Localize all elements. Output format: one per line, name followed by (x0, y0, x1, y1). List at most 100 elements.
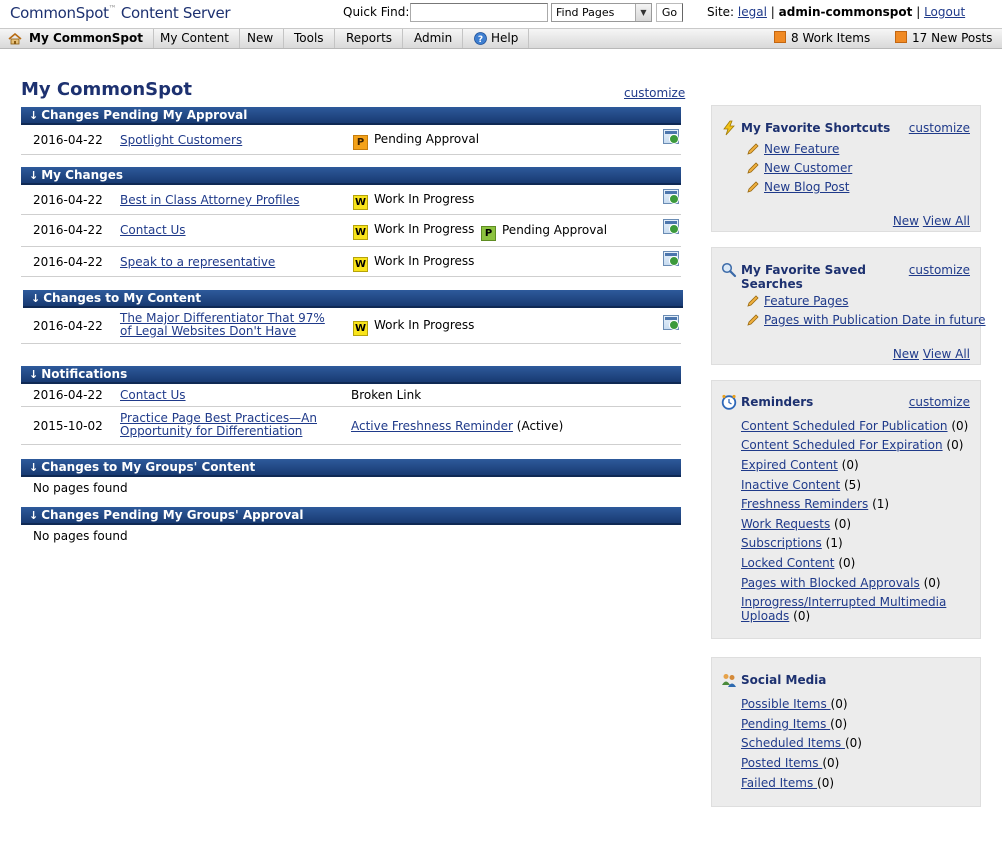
freshness-reminder-link[interactable]: Active Freshness Reminder (351, 419, 513, 433)
new-posts-link[interactable]: 17 New Posts (895, 29, 992, 48)
logout-link[interactable]: Logout (924, 5, 965, 19)
social-link[interactable]: Posted Items (741, 756, 822, 770)
saved-search-link[interactable]: Feature Pages (747, 294, 848, 308)
social-link[interactable]: Failed Items (741, 776, 817, 790)
reminder-item: Expired Content (0) (741, 458, 859, 472)
reminder-item: Inprogress/Interrupted Multimedia Uploads… (741, 595, 946, 623)
saved-search-link[interactable]: Pages with Publication Date in future (747, 313, 986, 327)
social-link[interactable]: Pending Items (741, 717, 830, 731)
shortcut-link[interactable]: New Blog Post (747, 180, 849, 194)
social-count: (0) (844, 736, 862, 750)
reminder-count: (0) (834, 517, 852, 531)
menu-reports[interactable]: Reports (336, 29, 404, 48)
new-search-link[interactable]: New (893, 347, 919, 361)
customize-searches-link[interactable]: customize (909, 263, 970, 277)
view-all-searches-link[interactable]: View All (923, 347, 970, 361)
section-header[interactable]: ↓ Changes to My Content (23, 290, 683, 308)
shortcut-link[interactable]: New Customer (747, 161, 853, 175)
saved-search-label: Pages with Publication Date in future (764, 313, 986, 327)
chevron-down-icon: ▼ (635, 4, 651, 21)
menu-new[interactable]: New (237, 29, 285, 48)
row-title-link[interactable]: Contact Us (120, 224, 186, 237)
customize-shortcuts-link[interactable]: customize (909, 121, 970, 135)
menu-help[interactable]: ? Help (464, 29, 530, 48)
work-items-link[interactable]: 8 Work Items (774, 29, 870, 48)
table-row: 2016-04-22 Best in Class Attorney Profil… (21, 185, 681, 215)
reminder-link[interactable]: Content Scheduled For Publication (741, 419, 948, 433)
row-status: P Pending Approval (353, 132, 479, 150)
row-title-link[interactable]: Contact Us (120, 389, 186, 402)
title-line: Opportunity for Differentiation (120, 424, 303, 438)
panel-favorite-shortcuts: My Favorite Shortcuts customize New Feat… (711, 105, 981, 232)
social-link[interactable]: Scheduled Items (741, 736, 845, 750)
section-header[interactable]: ↓ My Changes (21, 167, 681, 185)
title-line: The Major Differentiator That 97% (120, 311, 325, 325)
menu-tools[interactable]: Tools (284, 29, 335, 48)
row-title-link[interactable]: Practice Page Best Practices—An Opportuni… (120, 412, 317, 438)
menu-label: Admin (414, 31, 453, 45)
reminder-link[interactable]: Pages with Blocked Approvals (741, 576, 920, 590)
open-page-icon[interactable] (663, 219, 679, 234)
quick-find-go-button[interactable]: Go (656, 3, 683, 22)
empty-message: No pages found (33, 481, 128, 495)
new-shortcut-link[interactable]: New (893, 214, 919, 228)
row-title-link[interactable]: Spotlight Customers (120, 134, 242, 147)
social-item: Pending Items (0) (741, 717, 847, 731)
menu-admin[interactable]: Admin (404, 29, 464, 48)
row-status-secondary: P Pending Approval (481, 223, 607, 241)
svg-text:?: ? (478, 35, 483, 45)
open-page-icon[interactable] (663, 189, 679, 204)
reminder-link[interactable]: Content Scheduled For Expiration (741, 438, 943, 452)
quick-find-input[interactable] (410, 3, 548, 22)
shortcut-label: New Customer (764, 161, 853, 175)
people-icon (722, 674, 736, 687)
shortcut-link[interactable]: New Feature (747, 142, 839, 156)
reminder-link[interactable]: Subscriptions (741, 536, 822, 550)
title-line: Practice Page Best Practices—An (120, 411, 317, 425)
arrow-down-icon: ↓ (29, 169, 39, 182)
arrow-down-icon: ↓ (29, 109, 39, 122)
reminder-item: Content Scheduled For Publication (0) (741, 419, 968, 433)
section-header[interactable]: ↓ Changes Pending My Approval (21, 107, 681, 125)
title-line: Searches (741, 277, 803, 291)
row-title-link[interactable]: Speak to a representative (120, 256, 275, 269)
social-item: Failed Items (0) (741, 776, 834, 790)
social-link[interactable]: Possible Items (741, 697, 831, 711)
quick-find-type-select[interactable]: Find Pages ▼ (551, 3, 652, 22)
customize-reminders-link[interactable]: customize (909, 395, 970, 409)
menu-label: New (247, 31, 274, 45)
menu-my-commonspot[interactable]: My CommonSpot (0, 29, 154, 48)
reminder-count: (0) (838, 556, 856, 570)
reminder-count: (1) (872, 497, 890, 511)
work-in-progress-badge-icon: W (353, 321, 368, 336)
view-all-shortcuts-link[interactable]: View All (923, 214, 970, 228)
section-header[interactable]: ↓ Notifications (21, 366, 681, 384)
open-page-icon[interactable] (663, 251, 679, 266)
reminder-link[interactable]: Inactive Content (741, 478, 840, 492)
new-posts-label: 17 New Posts (912, 31, 993, 45)
status-text: Pending Approval (502, 223, 608, 237)
customize-main-link[interactable]: customize (624, 86, 685, 100)
section-header[interactable]: ↓ Changes Pending My Groups' Approval (21, 507, 681, 525)
reminder-count: (0) (841, 458, 859, 472)
status-text: Work In Progress (374, 318, 475, 332)
menu-my-content[interactable]: My Content (150, 29, 240, 48)
section-header[interactable]: ↓ Changes to My Groups' Content (21, 459, 681, 477)
reminder-link[interactable]: Expired Content (741, 458, 838, 472)
label-line: Uploads (741, 609, 790, 623)
panel-social-media: Social Media Possible Items (0) Pending … (711, 657, 981, 807)
reminder-link[interactable]: Work Requests (741, 517, 830, 531)
site-info: Site: legal | admin-commonspot | Logout (707, 5, 965, 19)
open-page-icon[interactable] (663, 129, 679, 144)
row-title-link[interactable]: The Major Differentiator That 97% of Lega… (120, 312, 325, 338)
reminder-link[interactable]: Inprogress/Interrupted Multimedia Uploads (741, 595, 946, 623)
open-page-icon[interactable] (663, 315, 679, 330)
row-title-link[interactable]: Best in Class Attorney Profiles (120, 194, 299, 207)
reminder-link[interactable]: Locked Content (741, 556, 834, 570)
reminder-link[interactable]: Freshness Reminders (741, 497, 868, 511)
section-my-changes: ↓ My Changes 2016-04-22 Best in Class Att… (21, 167, 681, 277)
social-item: Scheduled Items (0) (741, 736, 862, 750)
work-in-progress-badge-icon: W (353, 257, 368, 272)
site-name-link[interactable]: legal (738, 5, 767, 19)
label-line: Inprogress/Interrupted Multimedia (741, 595, 947, 609)
